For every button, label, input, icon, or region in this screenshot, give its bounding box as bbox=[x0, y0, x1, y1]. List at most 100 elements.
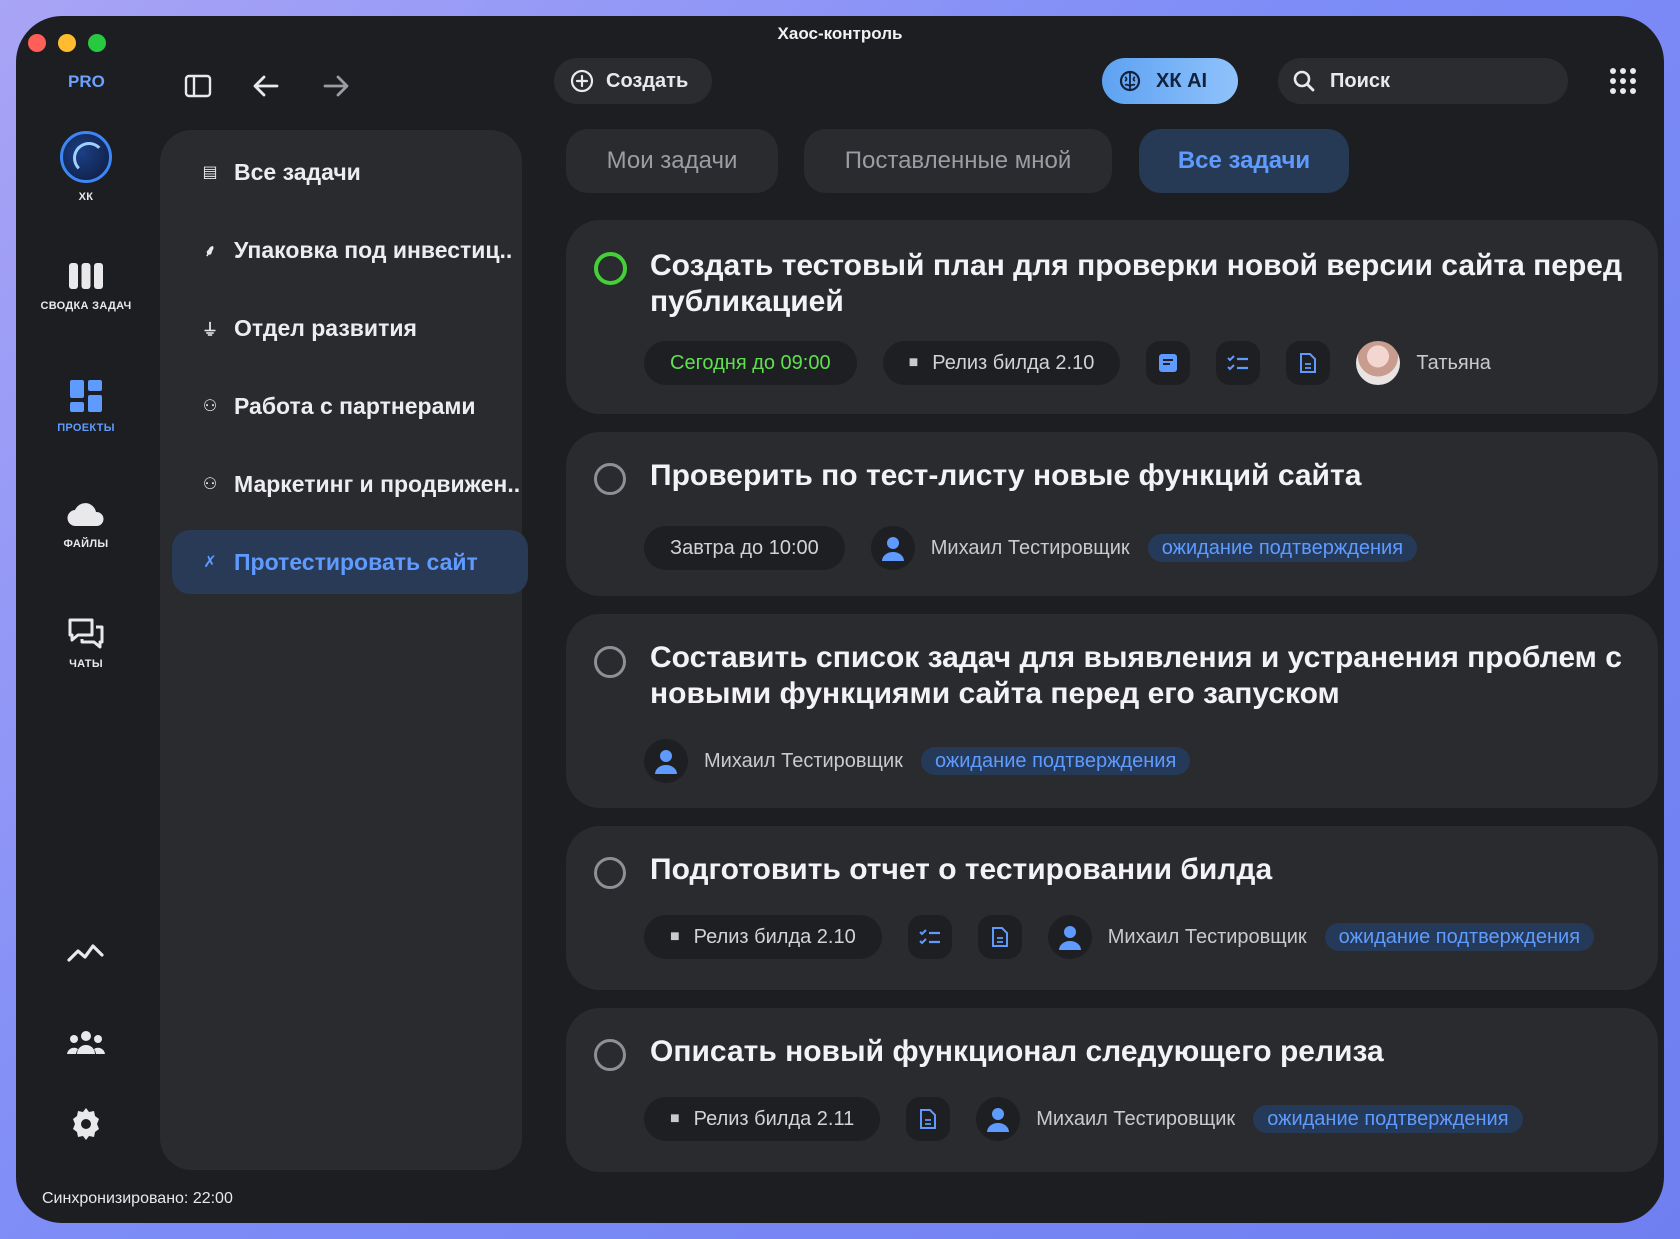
status-badge: ожидание подтверждения bbox=[1253, 1105, 1523, 1133]
task-card[interactable]: Подготовить отчет о тестировании билда ■… bbox=[566, 826, 1658, 990]
user-icon bbox=[1058, 926, 1081, 950]
assignee-avatar[interactable] bbox=[644, 739, 688, 783]
grid-dot bbox=[1630, 68, 1636, 74]
grid-dot bbox=[1620, 88, 1626, 94]
tab-my-tasks[interactable]: Мои задачи bbox=[566, 129, 778, 193]
folder-icon: ■ bbox=[670, 928, 680, 945]
task-meta: ■ Релиз билда 2.10 Михаил Тестировщик ож… bbox=[644, 915, 1595, 959]
deadline-pill[interactable]: Завтра до 10:00 bbox=[644, 526, 845, 570]
notes-button[interactable] bbox=[1146, 341, 1191, 385]
assignee-name: Михаил Тестировщик bbox=[704, 749, 903, 772]
assignee-avatar[interactable] bbox=[870, 526, 915, 570]
task-card[interactable]: Проверить по тест-листу новые функций са… bbox=[566, 432, 1658, 596]
user-icon bbox=[987, 1108, 1010, 1132]
tab-all-tasks[interactable]: Все задачи bbox=[1139, 129, 1349, 193]
project-label: Релиз билда 2.10 bbox=[932, 351, 1095, 374]
grid-dot bbox=[1630, 78, 1636, 84]
checklist-button[interactable] bbox=[907, 915, 952, 959]
cloud-icon bbox=[67, 503, 104, 527]
attachment-button[interactable] bbox=[977, 915, 1022, 959]
settings-button[interactable] bbox=[16, 1106, 156, 1142]
checklist-icon bbox=[919, 929, 940, 945]
sidebar-item-all-tasks[interactable]: ▤ Все задачи bbox=[172, 140, 528, 204]
rail-item-chats[interactable]: ЧАТЫ bbox=[16, 616, 156, 670]
status-badge: ожидание подтверждения bbox=[920, 747, 1191, 775]
grid-dot bbox=[1610, 88, 1616, 94]
project-pill[interactable]: ■ Релиз билда 2.10 bbox=[882, 341, 1121, 385]
task-card[interactable]: Создать тестовый план для проверки новой… bbox=[566, 220, 1658, 414]
task-checkbox[interactable] bbox=[594, 463, 626, 495]
chart-icon: ⸙ bbox=[203, 243, 216, 260]
user-icon bbox=[881, 537, 904, 561]
task-checkbox[interactable] bbox=[594, 857, 626, 889]
task-title: Проверить по тест-листу новые функций са… bbox=[650, 459, 1362, 492]
rail-label: ФАЙЛЫ bbox=[63, 538, 109, 550]
checklist-button[interactable] bbox=[1216, 341, 1261, 385]
task-checkbox[interactable] bbox=[594, 1039, 626, 1071]
assignee-name: Михаил Тестировщик bbox=[930, 536, 1130, 559]
sidebar-item-marketing[interactable]: ⚇ Маркетинг и продвижен.. bbox=[172, 452, 528, 516]
sidebar-item-partners[interactable]: ⚇ Работа с партнерами bbox=[172, 374, 528, 438]
gear-icon bbox=[73, 1108, 99, 1140]
columns-icon bbox=[69, 263, 103, 289]
task-checkbox[interactable] bbox=[594, 252, 627, 285]
sidebar-item-label: Маркетинг и продвижен.. bbox=[234, 470, 521, 497]
analytics-button[interactable] bbox=[16, 938, 156, 966]
forward-button[interactable] bbox=[318, 68, 354, 104]
brain-icon bbox=[1119, 70, 1141, 92]
sidebar-item-test-site[interactable]: ✗ Протестировать сайт bbox=[172, 530, 528, 594]
assignee-avatar[interactable] bbox=[1356, 341, 1401, 385]
attachment-button[interactable] bbox=[906, 1097, 951, 1141]
task-checkbox[interactable] bbox=[594, 646, 626, 678]
grid-dot bbox=[1610, 68, 1616, 74]
assignee-name: Михаил Тестировщик bbox=[1036, 1107, 1236, 1130]
create-button[interactable]: Создать bbox=[554, 58, 712, 104]
project-label: Релиз билда 2.11 bbox=[693, 1107, 855, 1130]
rail-item-files[interactable]: ФАЙЛЫ bbox=[16, 498, 156, 550]
assignee-avatar[interactable] bbox=[976, 1097, 1021, 1141]
status-badge: ожидание подтверждения bbox=[1147, 534, 1418, 562]
project-pill[interactable]: ■ Релиз билда 2.10 bbox=[644, 915, 882, 959]
task-card[interactable]: Описать новый функционал следующего рели… bbox=[566, 1008, 1658, 1172]
ai-button[interactable]: ХК AI bbox=[1102, 58, 1238, 104]
ai-label: ХК AI bbox=[1156, 69, 1208, 92]
task-card[interactable]: Составить список задач для выявления и у… bbox=[566, 614, 1658, 808]
task-title: Подготовить отчет о тестировании билда bbox=[650, 853, 1273, 886]
task-title: Создать тестовый план для проверки новой… bbox=[650, 249, 1623, 318]
sidebar-item-development[interactable]: ⏚ Отдел развития bbox=[172, 296, 528, 360]
arrow-right-icon bbox=[323, 75, 349, 97]
tab-assigned-by-me[interactable]: Поставленные мной bbox=[804, 129, 1112, 193]
rail-item-task-summary[interactable]: СВОДКА ЗАДАЧ bbox=[16, 260, 156, 312]
attachment-button[interactable] bbox=[1286, 341, 1331, 385]
list-icon: ▤ bbox=[202, 164, 218, 181]
analytics-icon bbox=[67, 944, 104, 962]
toggle-sidebar-button[interactable] bbox=[180, 68, 216, 104]
search-box[interactable] bbox=[1278, 58, 1568, 104]
sidebar-item-investment[interactable]: ⸙ Упаковка под инвестиц.. bbox=[172, 218, 528, 282]
grid-dot bbox=[1630, 88, 1636, 94]
sidebar-item-label: Работа с партнерами bbox=[234, 392, 476, 419]
pro-badge: PRO bbox=[68, 72, 105, 91]
task-title: Описать новый функционал следующего рели… bbox=[650, 1035, 1384, 1068]
apps-grid-button[interactable] bbox=[1605, 63, 1641, 99]
sidebar-item-label: Все задачи bbox=[234, 158, 361, 185]
back-button[interactable] bbox=[248, 68, 284, 104]
plus-circle-icon bbox=[570, 69, 594, 93]
chat-icon bbox=[68, 618, 104, 649]
rail-item-workspace[interactable]: ХК bbox=[16, 131, 156, 203]
rail-label: ХК bbox=[78, 191, 94, 203]
folder-icon: ■ bbox=[908, 354, 919, 371]
task-meta: Сегодня до 09:00 ■ Релиз билда 2.10 Тать… bbox=[644, 341, 1491, 385]
document-icon bbox=[991, 927, 1008, 947]
sidebar-toggle-icon bbox=[184, 74, 212, 98]
grid-dot bbox=[1620, 68, 1626, 74]
rail-item-projects[interactable]: ПРОЕКТЫ bbox=[16, 378, 156, 434]
deadline-pill[interactable]: Сегодня до 09:00 bbox=[644, 341, 857, 385]
team-button[interactable] bbox=[16, 1028, 156, 1056]
create-label: Создать bbox=[606, 69, 689, 92]
user-icon bbox=[655, 750, 677, 774]
search-input[interactable] bbox=[1328, 68, 1532, 94]
project-pill[interactable]: ■ Релиз билда 2.11 bbox=[644, 1097, 881, 1141]
tools-icon: ✗ bbox=[203, 554, 217, 571]
assignee-avatar[interactable] bbox=[1047, 915, 1092, 959]
